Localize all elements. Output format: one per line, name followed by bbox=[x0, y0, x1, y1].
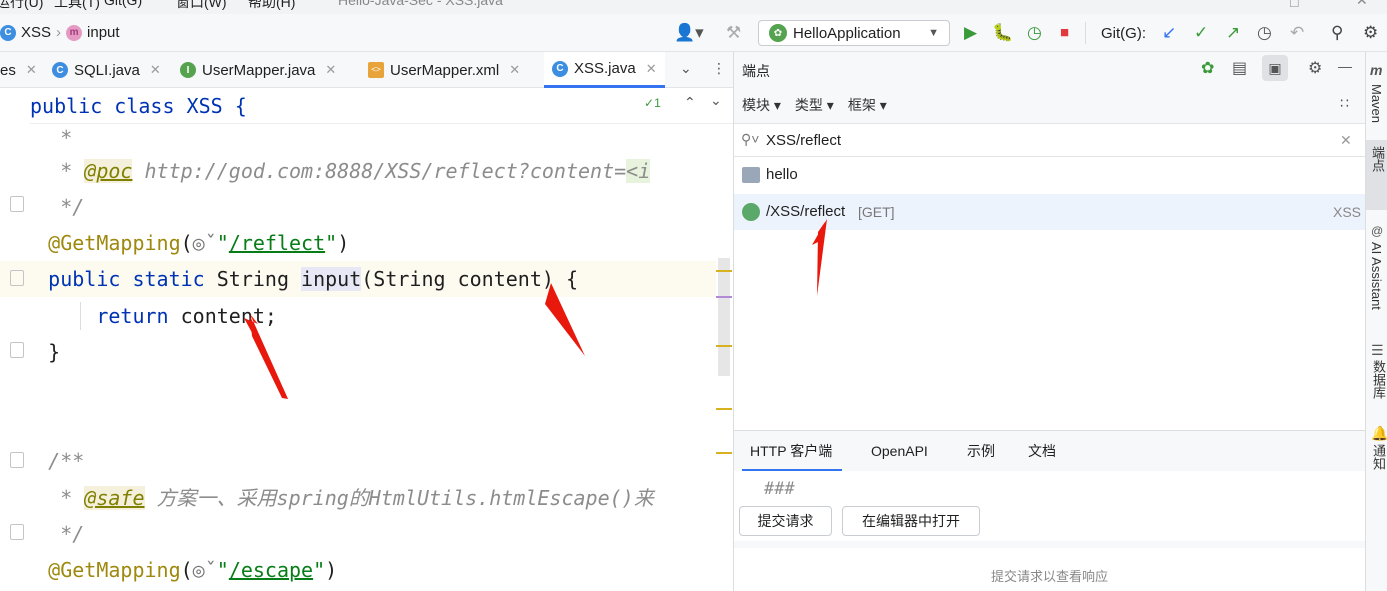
annotation-arrows bbox=[244, 219, 827, 399]
arrow-return-content-body bbox=[250, 316, 288, 399]
arrow-param-content bbox=[545, 283, 585, 356]
